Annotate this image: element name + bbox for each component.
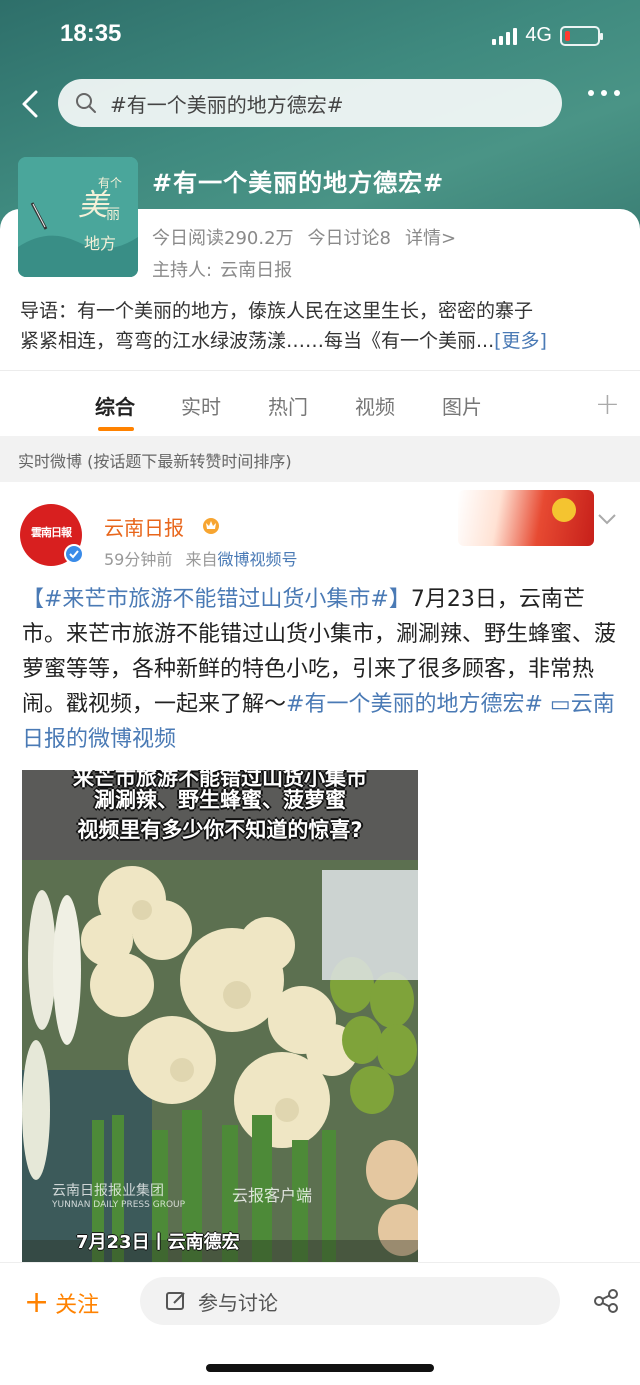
edit-icon: [166, 1292, 185, 1310]
section-header: 实时微博 (按话题下最新转赞时间排序): [0, 436, 640, 482]
svg-text:地方: 地方: [84, 234, 116, 253]
topic-intro: 导语：有一个美丽的地方，傣族人民在这里生长，密密的寨子 紧紧相连，弯弯的江水绿波…: [20, 296, 620, 356]
tab-video[interactable]: 视频: [355, 391, 395, 420]
tab-images[interactable]: 图片: [442, 391, 482, 420]
topic-reads: 今日阅读290.2万: [152, 228, 294, 249]
topic-stats: 今日阅读290.2万 今日讨论8 详情>: [152, 224, 456, 250]
discuss-label: 参与讨论: [198, 1290, 278, 1315]
svg-text:丽: 丽: [106, 207, 120, 223]
follow-button[interactable]: + 关注: [24, 1285, 99, 1320]
video-caption-line2: 涮涮辣、野生蜂蜜、菠萝蜜: [94, 788, 346, 812]
post-time: 59分钟前: [104, 550, 173, 569]
search-query: #有一个美丽的地方德宏#: [110, 92, 344, 117]
topic-host: 主持人: 云南日报: [152, 256, 292, 282]
video-date-caption: 7月23日丨云南德宏: [76, 1232, 240, 1253]
post-hashtag-link[interactable]: #有一个美丽的地方德宏#: [286, 692, 543, 717]
topic-title: #有一个美丽的地方德宏#: [152, 169, 445, 197]
tab-comprehensive[interactable]: 综合: [95, 391, 135, 420]
divider: [0, 370, 640, 371]
post-header: 雲南日報 云南日报 59分钟前 来自微博视频号: [0, 490, 640, 570]
status-time: 18:35: [60, 20, 122, 47]
post-author[interactable]: 云南日报: [104, 512, 184, 541]
tab-bar: 综合 实时 热门 视频 图片 +: [0, 375, 640, 435]
intro-line: 紧紧相连，弯弯的江水绿波荡漾……每当《有一个美丽...: [20, 330, 495, 352]
signal-icon: [492, 27, 518, 45]
chevron-down-icon[interactable]: [596, 508, 618, 530]
join-discussion-button[interactable]: 参与讨论: [140, 1277, 560, 1325]
share-icon[interactable]: [592, 1287, 620, 1315]
tab-realtime[interactable]: 实时: [181, 391, 221, 420]
search-input[interactable]: #有一个美丽的地方德宏#: [58, 79, 562, 127]
status-indicators: 4G: [492, 24, 603, 47]
more-options-button[interactable]: [588, 90, 620, 96]
post-meta: 59分钟前 来自微博视频号: [104, 546, 298, 570]
plus-icon: +: [24, 1285, 50, 1320]
post-topic-link[interactable]: 【#来芒市旅游不能错过山货小集市#】: [22, 587, 411, 612]
verified-icon: [64, 544, 84, 564]
post-video[interactable]: 来芒市旅游不能错过山货小集市 涮涮辣、野生蜂蜜、菠萝蜜 视频里有多少你不知道的惊…: [22, 770, 418, 1262]
home-indicator[interactable]: [206, 1364, 434, 1372]
post-source[interactable]: 微博视频号: [217, 550, 297, 569]
battery-icon: [560, 25, 603, 46]
video-link-icon: ▭: [549, 692, 571, 717]
emblem-icon: [552, 498, 576, 522]
bottom-action-bar: + 关注 参与讨论: [0, 1262, 640, 1385]
video-watermark-group: 云南日报报业集团 YUNNAN DAILY PRESS GROUP: [52, 1183, 186, 1210]
network-type: 4G: [525, 24, 552, 46]
top-nav: #有一个美丽的地方德宏#: [0, 78, 640, 130]
member-badge-icon: [203, 518, 219, 534]
follow-label: 关注: [55, 1292, 100, 1318]
post-source-prefix: 来自: [185, 550, 218, 569]
back-arrow-icon: [22, 90, 38, 118]
host-label: 主持人:: [152, 260, 213, 281]
post-text: 【#来芒市旅游不能错过山货小集市#】7月23日，云南芒市。来芒市旅游不能错过山货…: [22, 582, 620, 757]
add-tab-icon[interactable]: +: [595, 387, 620, 422]
intro-line: 导语：有一个美丽的地方，傣族人民在这里生长，密密的寨子: [20, 300, 534, 322]
status-bar: 18:35 4G: [0, 0, 640, 70]
svg-text:有个: 有个: [98, 176, 122, 190]
host-name[interactable]: 云南日报: [220, 256, 292, 282]
section-label: 实时微博 (按话题下最新转赞时间排序): [18, 452, 292, 471]
post-decoration-banner: [458, 490, 594, 546]
video-watermark-app: 云报客户端: [232, 1186, 313, 1205]
intro-more-link[interactable]: [更多]: [494, 330, 547, 352]
topic-discussions: 今日讨论8: [307, 228, 391, 249]
search-icon: [76, 93, 96, 113]
tab-hot[interactable]: 热门: [268, 391, 308, 420]
topic-cover-image: 美 有个 丽 地方: [18, 157, 138, 277]
video-caption-line3: 视频里有多少你不知道的惊喜?: [77, 818, 363, 842]
back-button[interactable]: [16, 84, 46, 124]
active-tab-indicator: [98, 427, 134, 431]
topic-details-link[interactable]: 详情>: [405, 224, 456, 250]
avatar-logo-text: 雲南日報: [31, 526, 72, 539]
